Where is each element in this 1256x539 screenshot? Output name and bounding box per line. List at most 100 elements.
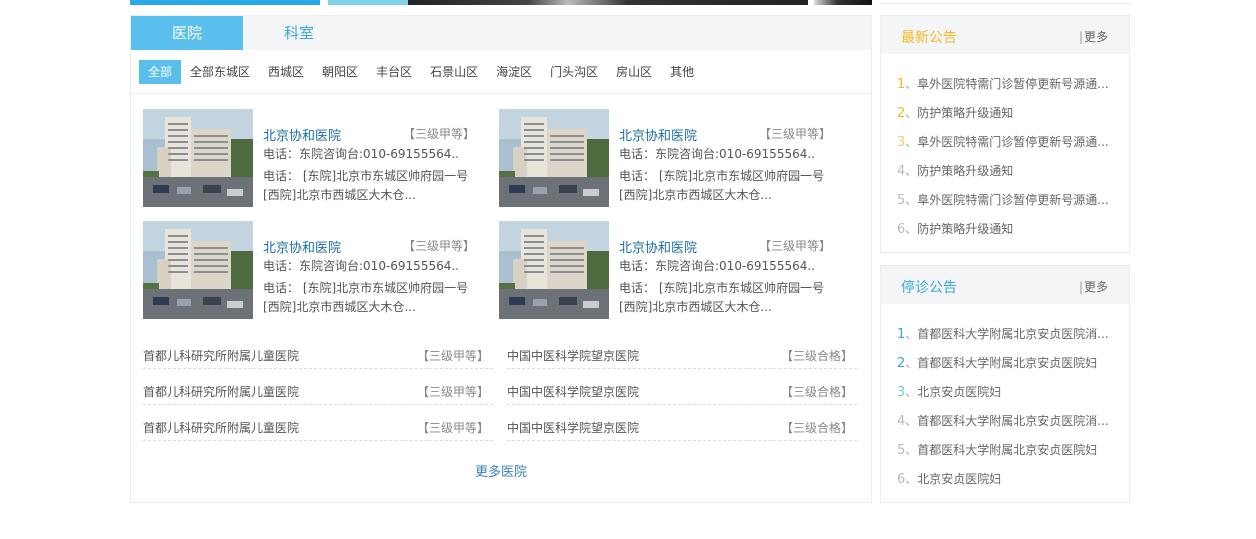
hospital-address: 电话： [东院]北京市东城区帅府园一号 [619, 169, 825, 183]
hospital-list-level: 【三级合格】 [780, 421, 853, 435]
hospital-list-level: 【三级合格】 [780, 385, 853, 399]
hospital-list-name[interactable]: 中国中医科学院望京医院 [507, 383, 639, 400]
filter-other[interactable]: 其他 [661, 60, 703, 84]
hospital-phone: 电话：东院咨询台:010-69155564.. [263, 147, 459, 161]
hospital-photo[interactable] [499, 109, 609, 207]
notice-text[interactable]: 防护策略升级通知 [917, 106, 1013, 120]
hospital-list-name[interactable]: 首都儿科研究所附属儿童医院 [143, 383, 299, 400]
notice-item[interactable]: 2、防护策略升级通知 [897, 104, 1013, 124]
notice-item[interactable]: 2、首都医科大学附属北京安贞医院妇 [897, 354, 1097, 374]
hospital-level: 【三级甲等】 [758, 239, 831, 253]
hospital-list-item[interactable]: 首都儿科研究所附属儿童医院 【三级甲等】 [143, 379, 493, 405]
hospital-list-item[interactable]: 首都儿科研究所附属儿童医院 【三级甲等】 [143, 343, 493, 369]
hospital-list-level: 【三级甲等】 [416, 349, 489, 363]
notice-item[interactable]: 6、防护策略升级通知 [897, 220, 1013, 240]
filter-fengtai[interactable]: 丰台区 [367, 60, 421, 84]
notice-item[interactable]: 4、防护策略升级通知 [897, 162, 1013, 182]
filter-chaoyang[interactable]: 朝阳区 [313, 60, 367, 84]
closure-notices-title: 停诊公告 [901, 280, 957, 296]
notice-item[interactable]: 6、北京安贞医院妇 [897, 470, 1001, 490]
hospital-address: [西院]北京市西城区大木仓... [619, 300, 772, 314]
hospital-level: 【三级甲等】 [402, 127, 475, 141]
banner-carousel-strip[interactable] [130, 0, 872, 5]
notice-text[interactable]: 北京安贞医院妇 [917, 385, 1001, 399]
filter-shijingshan[interactable]: 石景山区 [421, 60, 487, 84]
notice-text[interactable]: 防护策略升级通知 [917, 222, 1013, 236]
hospital-name-link[interactable]: 北京协和医院 [619, 125, 697, 144]
hospital-list-name[interactable]: 首都儿科研究所附属儿童医院 [143, 347, 299, 364]
hospital-list-level: 【三级甲等】 [416, 385, 489, 399]
banner-slice [130, 0, 320, 5]
hospital-list-name[interactable]: 中国中医科学院望京医院 [507, 419, 639, 436]
hospital-name-link[interactable]: 北京协和医院 [619, 237, 697, 256]
hospital-list-name[interactable]: 中国中医科学院望京医院 [507, 347, 639, 364]
hospital-address: [西院]北京市西城区大木仓... [263, 300, 416, 314]
notice-text[interactable]: 首都医科大学附属北京安贞医院消... [917, 327, 1108, 341]
banner-slice [328, 0, 408, 5]
banner-slice [814, 0, 872, 5]
hospital-address: [西院]北京市西城区大木仓... [263, 188, 416, 202]
hospital-photo[interactable] [143, 109, 253, 207]
tab-department[interactable]: 科室 [243, 16, 355, 50]
hospital-list-item[interactable]: 首都儿科研究所附属儿童医院 【三级甲等】 [143, 415, 493, 441]
latest-notices-title: 最新公告 [901, 30, 957, 46]
tab-bar: 医院 科室 [131, 16, 871, 50]
hospital-name-link[interactable]: 北京协和医院 [263, 125, 341, 144]
hospital-phone: 电话：东院咨询台:010-69155564.. [619, 147, 815, 161]
more-hospitals-link[interactable]: 更多医院 [131, 461, 871, 480]
tab-hospital[interactable]: 医院 [131, 16, 243, 50]
hospital-address: 电话： [东院]北京市东城区帅府园一号 [263, 169, 469, 183]
notice-text[interactable]: 阜外医院特需门诊暂停更新号源通... [917, 193, 1108, 207]
hospital-list-item[interactable]: 中国中医科学院望京医院 【三级合格】 [507, 415, 857, 441]
filter-all[interactable]: 全部 [139, 60, 182, 84]
notice-text[interactable]: 阜外医院特需门诊暂停更新号源通... [917, 135, 1108, 149]
district-filter-bar: 全部 全部东城区 西城区 朝阳区 丰台区 石景山区 海淀区 门头沟区 房山区 其… [139, 60, 703, 84]
hospital-level: 【三级甲等】 [758, 127, 831, 141]
hospital-address: [西院]北京市西城区大木仓... [619, 188, 772, 202]
closure-notices-more-link[interactable]: 更多 [1079, 278, 1108, 295]
hospital-card[interactable]: 北京协和医院 【三级甲等】 电话：东院咨询台:010-69155564.. 电话… [143, 109, 483, 207]
notice-item[interactable]: 1、首都医科大学附属北京安贞医院消... [897, 325, 1109, 345]
notice-item[interactable]: 3、北京安贞医院妇 [897, 383, 1001, 403]
banner-slice [408, 0, 808, 5]
notice-item[interactable]: 4、首都医科大学附属北京安贞医院消... [897, 412, 1109, 432]
notice-text[interactable]: 防护策略升级通知 [917, 164, 1013, 178]
hospital-name-link[interactable]: 北京协和医院 [263, 237, 341, 256]
side-top-strip [880, 0, 1130, 4]
hospital-list-level: 【三级合格】 [780, 349, 853, 363]
notice-item[interactable]: 1、阜外医院特需门诊暂停更新号源通... [897, 75, 1109, 95]
filter-mentougou[interactable]: 门头沟区 [541, 60, 607, 84]
hospital-photo[interactable] [499, 221, 609, 319]
hospital-card[interactable]: 北京协和医院 【三级甲等】 电话：东院咨询台:010-69155564.. 电话… [499, 109, 839, 207]
hospital-phone: 电话：东院咨询台:010-69155564.. [263, 259, 459, 273]
hospital-panel: 医院 科室 全部 全部东城区 西城区 朝阳区 丰台区 石景山区 海淀区 门头沟区… [130, 15, 872, 503]
hospital-list-level: 【三级甲等】 [416, 421, 489, 435]
hospital-list-name[interactable]: 首都儿科研究所附属儿童医院 [143, 419, 299, 436]
latest-notices-more-link[interactable]: 更多 [1079, 28, 1108, 45]
notice-text[interactable]: 首都医科大学附属北京安贞医院妇 [917, 443, 1097, 457]
notice-item[interactable]: 3、阜外医院特需门诊暂停更新号源通... [897, 133, 1109, 153]
hospital-list-item[interactable]: 中国中医科学院望京医院 【三级合格】 [507, 379, 857, 405]
hospital-address: 电话： [东院]北京市东城区帅府园一号 [263, 281, 469, 295]
panel-header: 最新公告 更多 [881, 16, 1129, 54]
divider [131, 93, 871, 94]
notice-text[interactable]: 阜外医院特需门诊暂停更新号源通... [917, 77, 1108, 91]
hospital-card[interactable]: 北京协和医院 【三级甲等】 电话：东院咨询台:010-69155564.. 电话… [143, 221, 483, 319]
latest-notices-panel: 最新公告 更多 1、阜外医院特需门诊暂停更新号源通... 2、防护策略升级通知 … [880, 15, 1130, 253]
notice-text[interactable]: 首都医科大学附属北京安贞医院妇 [917, 356, 1097, 370]
hospital-card[interactable]: 北京协和医院 【三级甲等】 电话：东院咨询台:010-69155564.. 电话… [499, 221, 839, 319]
filter-dongcheng[interactable]: 全部东城区 [181, 60, 259, 84]
notice-item[interactable]: 5、阜外医院特需门诊暂停更新号源通... [897, 191, 1109, 211]
notice-text[interactable]: 北京安贞医院妇 [917, 472, 1001, 486]
filter-fangshan[interactable]: 房山区 [607, 60, 661, 84]
filter-haidian[interactable]: 海淀区 [487, 60, 541, 84]
panel-header: 停诊公告 更多 [881, 266, 1129, 304]
hospital-photo[interactable] [143, 221, 253, 319]
hospital-phone: 电话：东院咨询台:010-69155564.. [619, 259, 815, 273]
filter-xicheng[interactable]: 西城区 [259, 60, 313, 84]
notice-text[interactable]: 首都医科大学附属北京安贞医院消... [917, 414, 1108, 428]
hospital-level: 【三级甲等】 [402, 239, 475, 253]
hospital-address: 电话： [东院]北京市东城区帅府园一号 [619, 281, 825, 295]
notice-item[interactable]: 5、首都医科大学附属北京安贞医院妇 [897, 441, 1097, 461]
hospital-list-item[interactable]: 中国中医科学院望京医院 【三级合格】 [507, 343, 857, 369]
